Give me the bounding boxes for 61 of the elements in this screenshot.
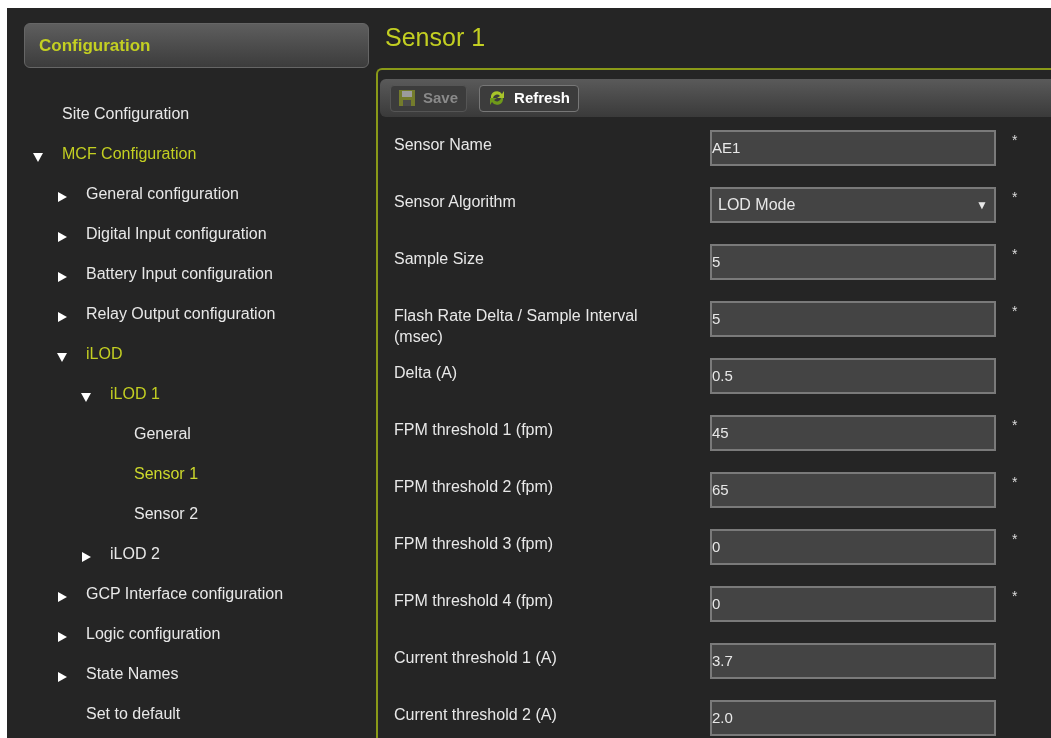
collapsed-triangle-icon[interactable] [81,551,91,562]
field-label: Current threshold 1 (A) [393,648,558,668]
field-label: Current threshold 2 (A) [393,705,558,725]
field-label: Sensor Name [393,135,493,155]
required-mark: * [1012,416,1018,435]
collapsed-triangle-icon[interactable] [57,311,67,322]
tree-item[interactable]: General configuration [86,182,239,206]
tree-item[interactable]: iLOD 2 [110,542,160,566]
tree-item[interactable]: Sensor 1 [134,462,199,486]
field-label: Delta (A) [393,363,459,383]
field-label: FPM threshold 4 (fpm) [393,591,555,611]
field-label: Sample Size [393,249,485,269]
required-mark: * [1012,302,1018,321]
collapsed-triangle-icon[interactable] [57,191,67,202]
tree-item[interactable]: iLOD 1 [110,382,160,406]
sidebar-title: Configuration [39,34,151,57]
tree-item[interactable]: GCP Interface configuration [86,582,284,606]
tree-item[interactable]: MCF Configuration [62,142,197,166]
input-field[interactable]: 3.7 [710,643,996,679]
collapsed-triangle-icon[interactable] [57,231,67,242]
collapsed-triangle-icon[interactable] [57,591,67,602]
tree-item[interactable]: Logic configuration [86,622,221,646]
algorithm-dropdown[interactable]: LOD Mode ▼ [710,187,996,223]
expanded-triangle-icon[interactable] [81,391,91,402]
input-field[interactable]: 5 [710,244,996,280]
tree-item[interactable]: Sensor 2 [134,502,199,526]
input-field[interactable]: 0.5 [710,358,996,394]
expanded-triangle-icon[interactable] [57,351,67,362]
collapsed-triangle-icon[interactable] [57,671,67,682]
collapsed-triangle-icon[interactable] [57,631,67,642]
collapsed-triangle-icon[interactable] [57,271,67,282]
input-field[interactable]: 45 [710,415,996,451]
refresh-icon [488,89,507,107]
required-mark: * [1012,131,1018,150]
tree-item[interactable]: Site Configuration [62,102,190,126]
required-mark: * [1012,530,1018,549]
tree-item[interactable]: iLOD [86,342,123,366]
tree-item[interactable]: General [134,422,191,446]
field-label: Flash Rate Delta / Sample Interval (msec) [393,306,639,347]
field-label: FPM threshold 1 (fpm) [393,420,555,440]
page-title: Sensor 1 [384,22,487,54]
input-field[interactable]: 0 [710,529,996,565]
tree-item[interactable]: Set to default [86,702,181,726]
tree-item[interactable]: State Names [86,662,179,686]
expanded-triangle-icon[interactable] [33,151,43,162]
tree-item[interactable]: Relay Output configuration [86,302,276,326]
field-label: Sensor Algorithm [393,192,517,212]
required-mark: * [1012,587,1018,606]
required-mark: * [1012,188,1018,207]
required-mark: * [1012,245,1018,264]
input-field[interactable]: 5 [710,301,996,337]
required-mark: * [1012,473,1018,492]
input-field[interactable]: AE1 [710,130,996,166]
input-field[interactable]: 65 [710,472,996,508]
refresh-button[interactable]: Refresh [479,84,579,112]
input-field[interactable]: 0 [710,586,996,622]
field-label: FPM threshold 3 (fpm) [393,534,555,554]
field-label: FPM threshold 2 (fpm) [393,477,555,497]
tree-item[interactable]: Digital Input configuration [86,222,267,246]
tree-item[interactable]: Battery Input configuration [86,262,273,286]
input-field[interactable]: 2.0 [710,700,996,736]
